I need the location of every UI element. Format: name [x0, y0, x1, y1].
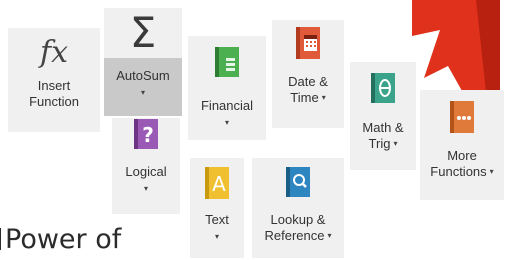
- more-functions-label-1: More: [447, 148, 477, 163]
- theta-book-icon: [371, 73, 395, 103]
- date-time-label-2: Time: [290, 90, 319, 105]
- search-book-icon: [286, 167, 310, 197]
- math-trig-caret: ▾: [393, 139, 398, 148]
- insert-function-label-2: Function: [29, 94, 79, 109]
- date-time-caret: ▾: [321, 93, 326, 102]
- lookup-reference-button[interactable]: Lookup & Reference ▾: [252, 158, 344, 258]
- calendar-book-icon: [296, 27, 320, 59]
- logical-caret: ▾: [143, 184, 148, 193]
- autosum-dropdown[interactable]: AutoSum ▾: [104, 58, 182, 116]
- financial-caret: ▾: [224, 118, 229, 127]
- more-functions-button[interactable]: More Functions ▾: [420, 90, 504, 200]
- heading-bar: [0, 228, 1, 250]
- svg-text:A: A: [212, 172, 226, 196]
- financial-book-icon: [215, 47, 239, 77]
- date-time-button[interactable]: Date & Time ▾: [272, 20, 344, 128]
- text-label: Text: [205, 212, 229, 227]
- text-book-icon: A: [205, 167, 229, 199]
- autosum-icon-area[interactable]: Σ: [104, 8, 182, 58]
- question-book-icon: ?: [134, 119, 158, 149]
- financial-label: Financial: [200, 98, 254, 113]
- autosum-button[interactable]: Σ AutoSum ▾: [104, 8, 182, 116]
- math-trig-label-1: Math &: [362, 120, 404, 135]
- autosum-caret: ▾: [140, 88, 145, 97]
- sigma-icon: Σ: [129, 8, 157, 57]
- fx-icon: fx: [39, 35, 69, 70]
- math-trig-button[interactable]: Math & Trig ▾: [350, 62, 416, 170]
- autosum-label: AutoSum: [116, 68, 170, 83]
- lookup-reference-label-2: Reference: [264, 228, 325, 243]
- text-button[interactable]: A Text ▾: [190, 158, 244, 258]
- logical-button[interactable]: ? Logical ▾: [112, 118, 180, 214]
- insert-function-button[interactable]: fx Insert Function: [8, 28, 100, 132]
- svg-text:?: ?: [142, 123, 154, 147]
- logical-label: Logical: [125, 164, 167, 179]
- math-trig-label-2: Trig: [368, 136, 391, 151]
- lookup-reference-label-1: Lookup &: [270, 212, 326, 227]
- lookup-reference-caret: ▾: [327, 231, 332, 240]
- more-functions-caret: ▾: [489, 167, 494, 176]
- more-functions-label-2: Functions: [430, 164, 487, 179]
- background-heading: Power of: [0, 224, 121, 255]
- heading-text: Power of: [5, 224, 122, 255]
- insert-function-label-1: Insert: [37, 78, 71, 93]
- text-caret: ▾: [214, 232, 219, 241]
- date-time-label-1: Date &: [288, 74, 328, 89]
- ellipsis-book-icon: [450, 101, 474, 133]
- financial-button[interactable]: Financial ▾: [188, 36, 266, 140]
